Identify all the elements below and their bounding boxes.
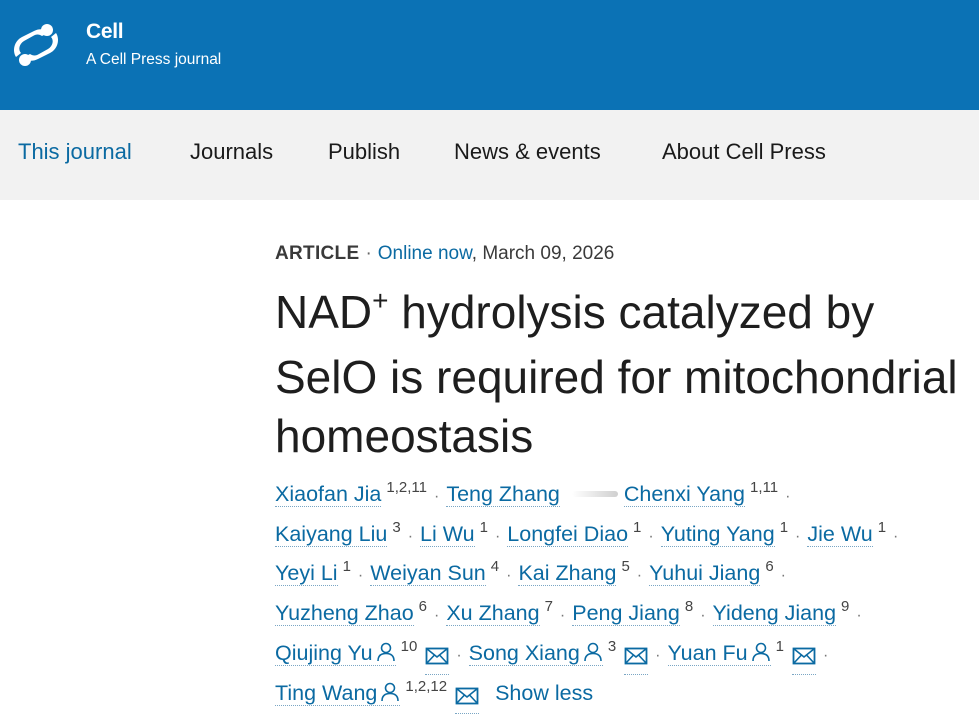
email-link[interactable] xyxy=(624,637,649,675)
blurred-affiliation xyxy=(571,491,618,497)
affiliation-numbers: 1 xyxy=(342,558,351,576)
author-separator: · xyxy=(433,488,440,505)
author-link[interactable]: Qiujing Yu xyxy=(275,640,396,666)
author-link[interactable]: Longfei Diao xyxy=(507,521,629,547)
author-separator: · xyxy=(494,527,501,545)
affiliation-numbers: 1,2,11 xyxy=(386,479,427,496)
nav-about-cell-press[interactable]: About Cell Press xyxy=(662,139,826,165)
author-link[interactable]: Yuan Fu xyxy=(667,640,771,666)
journal-subtitle: A Cell Press journal xyxy=(86,51,222,68)
author-separator: · xyxy=(506,567,512,585)
author-separator: · xyxy=(655,646,661,664)
author-list: Xiaofan Jia 1,2,11 · Teng Zhang Chenxi Yang… xyxy=(275,476,979,714)
author-link[interactable]: Teng Zhang xyxy=(446,482,560,507)
person-icon xyxy=(381,682,400,701)
person-icon xyxy=(376,642,395,661)
author-link[interactable]: Ting Wang xyxy=(275,680,401,706)
author-name-text: Yuan Fu xyxy=(667,640,748,665)
author-separator: · xyxy=(700,607,706,625)
author-separator: · xyxy=(559,607,566,625)
affiliation-numbers: 5 xyxy=(621,558,630,576)
author-link[interactable]: Kai Zhang xyxy=(518,561,617,587)
author-link[interactable]: Yideng Jiang xyxy=(712,601,837,627)
author-separator: · xyxy=(636,567,643,585)
author-separator: · xyxy=(893,527,899,545)
author-separator: · xyxy=(785,488,791,505)
affiliation-numbers: 3 xyxy=(607,637,617,655)
journal-name[interactable]: Cell xyxy=(86,20,124,44)
affiliation-numbers: 7 xyxy=(544,598,553,616)
author-link[interactable]: Yeyi Li xyxy=(275,561,338,587)
author-name-text: Qiujing Yu xyxy=(275,640,373,665)
cell-press-logo-icon[interactable] xyxy=(8,17,64,73)
author-link[interactable]: Chenxi Yang xyxy=(623,482,745,507)
nav-news-events[interactable]: News & events xyxy=(454,139,601,165)
affiliation-numbers: 3 xyxy=(392,518,401,536)
nav-this-journal[interactable]: This journal xyxy=(18,139,132,165)
author-separator: · xyxy=(822,646,829,664)
author-link[interactable]: Xu Zhang xyxy=(446,601,540,627)
title-part-1: NAD xyxy=(275,286,373,338)
email-link[interactable] xyxy=(425,637,450,675)
author-separator: · xyxy=(648,527,654,545)
affiliation-numbers: 1 xyxy=(479,518,488,536)
author-link[interactable]: Li Wu xyxy=(420,521,475,547)
affiliation-numbers: 1 xyxy=(633,518,642,536)
author-link[interactable]: Xiaofan Jia xyxy=(275,482,382,507)
mail-icon xyxy=(624,647,648,665)
publication-date: , March 09, 2026 xyxy=(471,243,615,264)
author-link[interactable]: Kaiyang Liu xyxy=(275,521,388,547)
nav-publish[interactable]: Publish xyxy=(328,139,400,165)
author-separator: · xyxy=(407,527,414,545)
article-title: NAD+ hydrolysis catalyzed by SelO is req… xyxy=(275,283,965,466)
online-now-link[interactable]: Online now xyxy=(378,243,472,264)
meta-separator: · xyxy=(365,243,372,264)
affiliation-numbers: 9 xyxy=(841,598,850,616)
article-meta: ARTICLE · Online now, March 09, 2026 xyxy=(275,243,614,265)
author-link[interactable]: Yuhui Jiang xyxy=(649,561,761,587)
mail-icon xyxy=(425,647,449,665)
show-less-button[interactable]: Show less xyxy=(495,681,593,705)
person-icon xyxy=(584,642,602,661)
mail-icon xyxy=(792,647,816,665)
email-link[interactable] xyxy=(791,637,816,675)
affiliation-numbers: 6 xyxy=(418,598,428,616)
author-separator: · xyxy=(795,527,801,545)
author-link[interactable]: Yuting Yang xyxy=(660,521,775,547)
author-name-text: Ting Wang xyxy=(275,680,378,705)
article-type: ARTICLE xyxy=(275,243,360,264)
author-separator: · xyxy=(456,646,462,664)
affiliation-numbers: 1,2,12 xyxy=(405,677,448,695)
author-link[interactable]: Jie Wu xyxy=(807,521,873,547)
author-separator: · xyxy=(434,607,440,625)
author-separator: · xyxy=(780,567,786,585)
main-navigation: This journal Journals Publish News & eve… xyxy=(0,110,979,200)
title-superscript: + xyxy=(372,285,389,316)
affiliation-numbers: 8 xyxy=(684,598,694,616)
affiliation-numbers: 4 xyxy=(490,558,500,576)
author-link[interactable]: Yuzheng Zhao xyxy=(275,601,414,627)
author-separator: · xyxy=(357,567,364,585)
nav-journals[interactable]: Journals xyxy=(190,139,273,165)
site-header: Cell A Cell Press journal xyxy=(0,0,979,110)
author-link[interactable]: Peng Jiang xyxy=(572,601,680,627)
affiliation-numbers: 1 xyxy=(775,637,784,655)
affiliation-numbers: 1 xyxy=(779,518,789,536)
affiliation-numbers: 1,11 xyxy=(750,479,779,496)
author-separator: · xyxy=(856,607,862,625)
person-icon xyxy=(751,642,770,661)
author-name-text: Song Xiang xyxy=(468,640,580,665)
affiliation-numbers: 10 xyxy=(400,637,418,655)
author-link[interactable]: Weiyan Sun xyxy=(370,561,486,587)
email-link[interactable] xyxy=(455,677,480,714)
affiliation-numbers: 1 xyxy=(877,518,887,536)
author-link[interactable]: Song Xiang xyxy=(468,640,603,666)
mail-icon xyxy=(455,687,479,704)
affiliation-numbers: 6 xyxy=(765,558,774,576)
